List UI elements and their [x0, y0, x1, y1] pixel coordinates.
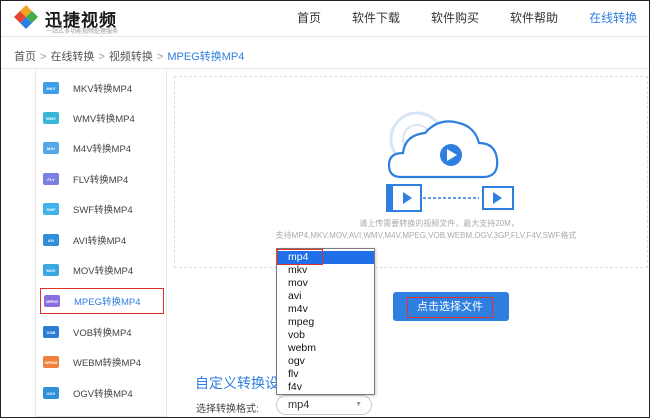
sidebar-item-flv[interactable]: FLV FLV转换MP4 — [40, 166, 164, 192]
format-option-mkv[interactable]: mkv — [277, 264, 374, 277]
sidebar-item-webm[interactable]: WEBM WEBM转换MP4 — [40, 349, 164, 375]
sidebar-item-label: WMV转换MP4 — [73, 114, 135, 125]
ogv-format-icon: OGV — [43, 387, 59, 399]
sidebar-item-label: FLV转换MP4 — [73, 175, 129, 186]
m4v-format-icon: M4V — [43, 142, 59, 154]
sidebar-item-label: MOV转换MP4 — [73, 266, 134, 277]
sidebar-item-label: SWF转换MP4 — [73, 205, 133, 216]
upload-hint-formats: 支持MP4,MKV,MOV,AVI,WMV,M4V,MPEG,VOB,WEBM,… — [275, 231, 577, 240]
sidebar-item-mpeg[interactable]: MPEG MPEG转换MP4 — [40, 288, 164, 314]
sidebar-item-label: M4V转换MP4 — [73, 144, 132, 155]
format-select-value: mp4 — [288, 399, 310, 411]
format-option-mpeg[interactable]: mpeg — [277, 316, 374, 329]
upload-hint-size: 请上传需要转换的视频文件，最大支持20M， — [359, 219, 519, 228]
nav-home[interactable]: 首页 — [297, 1, 321, 35]
nav-purchase[interactable]: 软件购买 — [431, 1, 479, 35]
format-option-mov[interactable]: mov — [277, 277, 374, 290]
choose-file-button[interactable]: 点击选择文件 — [393, 292, 509, 321]
site-header: 迅捷视频 一站式多功能视频处理服务 首页 软件下载 软件购买 软件帮助 在线转换 — [1, 1, 649, 37]
sidebar-item-mkv[interactable]: MKV MKV转换MP4 — [40, 75, 164, 101]
sidebar: MKV MKV转换MP4 WMV WMV转换MP4 M4V M4V转换MP4 F… — [35, 70, 167, 417]
mpeg-format-icon: MPEG — [44, 295, 60, 307]
highlight-box — [277, 249, 323, 265]
brand-slogan: 一站式多功能视频处理服务 — [46, 29, 119, 35]
swf-format-icon: SWF — [43, 203, 59, 215]
sidebar-item-label: MPEG转换MP4 — [74, 297, 141, 308]
breadcrumb-video[interactable]: 视频转换 — [109, 51, 153, 63]
format-option-f4v[interactable]: f4v — [277, 381, 374, 394]
webm-format-icon: WEBM — [43, 356, 59, 368]
sidebar-item-label: WEBM转换MP4 — [73, 358, 142, 369]
format-option-avi[interactable]: avi — [277, 290, 374, 303]
vob-format-icon: VOB — [43, 326, 59, 338]
sidebar-item-ogv[interactable]: OGV OGV转换MP4 — [40, 380, 164, 406]
sidebar-item-label: VOB转换MP4 — [73, 328, 132, 339]
breadcrumb-online[interactable]: 在线转换 — [50, 51, 94, 63]
format-select-label: 选择转换格式: — [196, 404, 259, 415]
upload-dropzone[interactable]: 请上传需要转换的视频文件，最大支持20M， 支持MP4,MKV,MOV,AVI,… — [174, 76, 648, 268]
breadcrumb-current: MPEG转换MP4 — [167, 51, 245, 63]
choose-file-button-label: 点击选择文件 — [407, 297, 493, 318]
format-option-vob[interactable]: vob — [277, 329, 374, 342]
divider — [1, 68, 649, 69]
breadcrumb-home[interactable]: 首页 — [14, 51, 36, 63]
format-option-webm[interactable]: webm — [277, 342, 374, 355]
sidebar-item-label: MKV转换MP4 — [73, 84, 133, 95]
breadcrumb-separator: > — [40, 51, 47, 63]
nav-help[interactable]: 软件帮助 — [510, 1, 558, 35]
sidebar-item-m4v[interactable]: M4V M4V转换MP4 — [40, 135, 164, 161]
mkv-format-icon: MKV — [43, 82, 59, 94]
nav-online-convert[interactable]: 在线转换 — [589, 1, 637, 35]
format-option-m4v[interactable]: m4v — [277, 303, 374, 316]
breadcrumb-separator: > — [98, 51, 105, 63]
nav-download[interactable]: 软件下载 — [352, 1, 400, 35]
sidebar-item-avi[interactable]: AVI AVI转换MP4 — [40, 227, 164, 253]
sidebar-item-vob[interactable]: VOB VOB转换MP4 — [40, 319, 164, 345]
wmv-format-icon: WMV — [43, 112, 59, 124]
breadcrumb: 首页 > 在线转换 > 视频转换 > MPEG转换MP4 — [14, 48, 244, 64]
sidebar-item-swf[interactable]: SWF SWF转换MP4 — [40, 196, 164, 222]
format-dropdown-list: mp4 mkv mov avi m4v mpeg vob webm ogv fl… — [276, 248, 375, 395]
logo-icon — [14, 5, 38, 29]
format-select[interactable]: mp4 ▼ — [276, 395, 372, 415]
format-option-ogv[interactable]: ogv — [277, 355, 374, 368]
avi-format-icon: AVI — [43, 234, 59, 246]
sidebar-item-wmv[interactable]: WMV WMV转换MP4 — [40, 105, 164, 131]
flv-format-icon: FLV — [43, 173, 59, 185]
top-nav: 首页 软件下载 软件购买 软件帮助 在线转换 — [297, 1, 650, 35]
chevron-down-icon: ▼ — [355, 401, 362, 408]
sidebar-item-mov[interactable]: MOV MOV转换MP4 — [40, 257, 164, 283]
sidebar-item-label: OGV转换MP4 — [73, 389, 133, 400]
breadcrumb-separator: > — [156, 51, 164, 63]
mov-format-icon: MOV — [43, 264, 59, 276]
format-option-flv[interactable]: flv — [277, 368, 374, 381]
cloud-video-illustration — [386, 111, 514, 212]
sidebar-item-label: AVI转换MP4 — [73, 236, 127, 247]
